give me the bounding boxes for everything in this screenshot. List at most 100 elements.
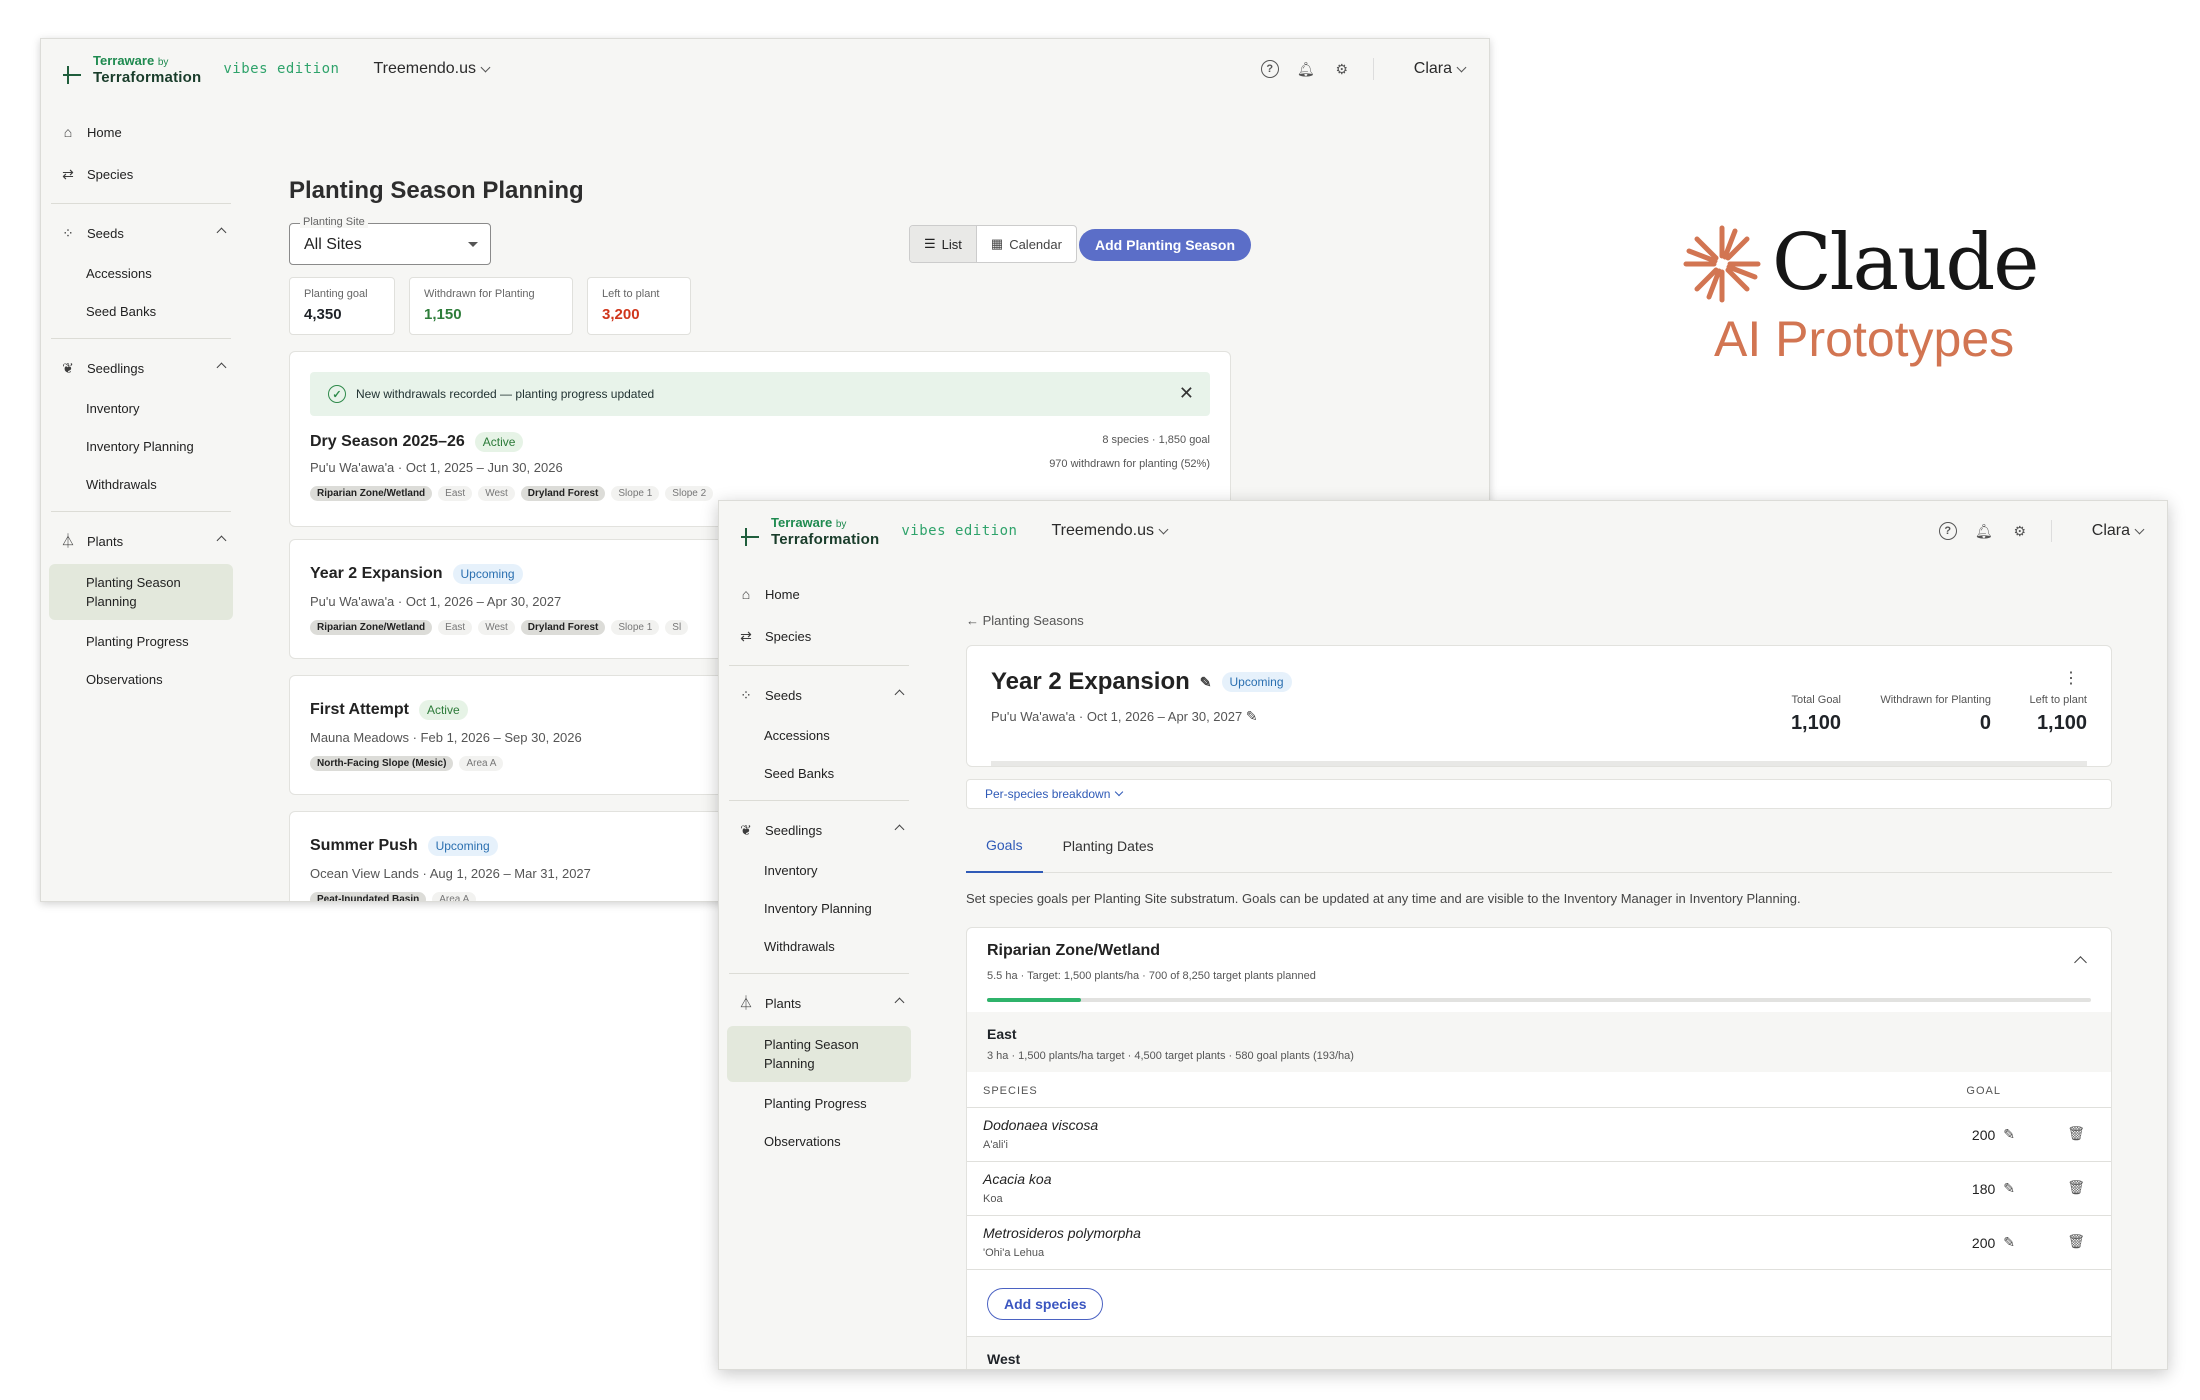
chevron-down-icon — [1456, 62, 1467, 72]
sidebar-item-label: Home — [765, 586, 800, 602]
sidebar-group-seeds[interactable]: ⁘ Seeds — [41, 212, 241, 254]
chevron-up-icon — [216, 227, 227, 238]
chevron-up-icon — [216, 362, 227, 373]
common-name: Koa — [983, 1193, 1003, 1205]
tag: Area A — [459, 756, 504, 771]
gear-icon[interactable]: ⚙ — [1333, 60, 1351, 78]
tab-goals[interactable]: Goals — [966, 819, 1043, 873]
planting-site-select[interactable]: Planting Site All Sites — [289, 216, 491, 265]
close-icon[interactable]: ✕ — [1179, 383, 1194, 404]
org-selector[interactable]: Treemendo.us — [1051, 522, 1169, 540]
sidebar-item-observations[interactable]: Observations — [719, 1122, 919, 1160]
calendar-view-button[interactable]: ▦ Calendar — [977, 226, 1076, 262]
terraware-logo[interactable]: Terraware by Terraformation — [63, 53, 201, 85]
sidebar-item-withdrawals[interactable]: Withdrawals — [719, 927, 919, 965]
bell-icon[interactable]: 🔔︎ — [1975, 522, 1993, 540]
org-selector[interactable]: Treemendo.us — [373, 60, 491, 78]
gear-icon[interactable]: ⚙ — [2011, 522, 2029, 540]
logo-bottom-text: Terraformation — [93, 68, 202, 86]
season-site-dates: Pu'u Wa'awa'a · Oct 1, 2025 – Jun 30, 20… — [310, 460, 563, 475]
divider — [51, 338, 231, 339]
sidebar-item-accessions[interactable]: Accessions — [719, 716, 919, 754]
sidebar-group-plants[interactable]: ⏃ Plants — [719, 982, 919, 1024]
list-view-button[interactable]: ☰ List — [910, 226, 977, 262]
tab-planting-dates[interactable]: Planting Dates — [1043, 819, 1174, 873]
sidebar-item-planting-season-planning[interactable]: Planting Season Planning — [49, 564, 233, 620]
edit-pencil-icon[interactable]: ✎ — [1246, 708, 1258, 724]
per-species-breakdown-toggle[interactable]: Per-species breakdown — [966, 779, 2112, 809]
sidebar-item-home[interactable]: ⌂ Home — [719, 573, 919, 615]
column-header-goal: GOAL — [1966, 1085, 2001, 1097]
stat-value: 1,150 — [424, 306, 462, 323]
stat-value: 3,200 — [602, 306, 640, 323]
sidebar-item-inventory[interactable]: Inventory — [719, 851, 919, 889]
sidebar-item-planting-season-planning[interactable]: Planting Season Planning — [727, 1026, 911, 1082]
tag: Riparian Zone/Wetland — [310, 486, 433, 501]
edit-pencil-icon[interactable]: ✎ — [1200, 674, 1212, 691]
species-name: Metrosideros polymorpha — [983, 1225, 1141, 1241]
sidebar-item-seed-banks[interactable]: Seed Banks — [41, 292, 241, 330]
tag: Slope 1 — [611, 486, 660, 501]
add-species-button[interactable]: Add species — [987, 1288, 1104, 1320]
sidebar-group-seedlings[interactable]: ❦ Seedlings — [719, 809, 919, 851]
calendar-view-label: Calendar — [1009, 236, 1062, 252]
home-icon: ⌂ — [63, 124, 73, 140]
sidebar-item-species[interactable]: ⇄ Species — [719, 615, 919, 657]
user-menu[interactable]: Clara — [2092, 522, 2145, 540]
seedling-icon: ❦ — [62, 359, 74, 376]
chevron-down-icon — [480, 62, 491, 72]
bell-icon[interactable]: 🔔︎ — [1297, 60, 1315, 78]
kpi-label: Left to plant — [2029, 694, 2088, 706]
kpi-value: 0 — [1979, 712, 1991, 734]
edit-pencil-icon[interactable]: ✎ — [2003, 1126, 2015, 1143]
add-planting-season-button[interactable]: Add Planting Season — [1079, 229, 1252, 261]
brand-name: Claude — [1772, 218, 2039, 308]
kpi-label: Withdrawn for Planting — [1880, 694, 1991, 706]
sidebar-group-plants[interactable]: ⏃ Plants — [41, 520, 241, 562]
top-bar: Terraware by Terraformation vibes editio… — [41, 39, 1489, 99]
seeds-icon: ⁘ — [62, 224, 74, 241]
common-name: 'Ohi'a Lehua — [983, 1247, 1045, 1259]
sidebar-item-seed-banks[interactable]: Seed Banks — [719, 754, 919, 792]
org-name: Treemendo.us — [373, 60, 477, 77]
season-name: Summer Push Upcoming — [310, 836, 498, 856]
chevron-up-icon — [894, 997, 905, 1008]
back-link[interactable]: ← Planting Seasons — [966, 613, 1084, 628]
divider — [1372, 58, 1374, 80]
sidebar-item-accessions[interactable]: Accessions — [41, 254, 241, 292]
sidebar-item-species[interactable]: ⇄ Species — [41, 153, 241, 195]
season-title: First Attempt — [310, 701, 409, 718]
sidebar-item-inventory-planning[interactable]: Inventory Planning — [41, 427, 241, 465]
kpi-withdrawn: Withdrawn for Planting 0 — [1880, 694, 1991, 735]
sidebar-item-withdrawals[interactable]: Withdrawals — [41, 465, 241, 503]
sidebar-item-inventory-planning[interactable]: Inventory Planning — [719, 889, 919, 927]
sidebar-item-home[interactable]: ⌂ Home — [41, 111, 241, 153]
tag: Dryland Forest — [520, 486, 606, 501]
trash-icon[interactable]: 🗑︎ — [2067, 1179, 2085, 1196]
sidebar-group-seedlings[interactable]: ❦ Seedlings — [41, 347, 241, 389]
help-icon[interactable]: ? — [1260, 60, 1279, 78]
sidebar-group-seeds[interactable]: ⁘ Seeds — [719, 674, 919, 716]
sidebar-item-inventory[interactable]: Inventory — [41, 389, 241, 427]
sidebar-item-observations[interactable]: Observations — [41, 660, 241, 698]
list-icon: ☰ — [924, 236, 936, 251]
more-vert-icon[interactable]: ⋮ — [2063, 668, 2079, 688]
chevron-up-icon[interactable] — [2074, 956, 2087, 969]
user-menu[interactable]: Clara — [1414, 60, 1467, 78]
edit-pencil-icon[interactable]: ✎ — [2003, 1234, 2015, 1251]
list-view-label: List — [941, 236, 962, 252]
sidebar-item-planting-progress[interactable]: Planting Progress — [719, 1084, 919, 1122]
sidebar-item-label: Plants — [87, 533, 124, 549]
season-title: Summer Push — [310, 837, 418, 854]
claude-branding: Claude AI Prototypes — [1672, 218, 2052, 388]
page-title: Planting Season Planning — [289, 177, 584, 204]
tab-bar: Goals Planting Dates — [966, 819, 2112, 873]
kpi-value: 1,100 — [1790, 712, 1841, 734]
edit-pencil-icon[interactable]: ✎ — [2003, 1180, 2015, 1197]
terraware-logo[interactable]: Terraware by Terraformation — [741, 515, 879, 547]
sidebar-item-planting-progress[interactable]: Planting Progress — [41, 622, 241, 660]
chevron-down-icon — [1115, 787, 1124, 797]
trash-icon[interactable]: 🗑︎ — [2067, 1233, 2085, 1250]
trash-icon[interactable]: 🗑︎ — [2067, 1125, 2085, 1142]
help-icon[interactable]: ? — [1938, 522, 1957, 540]
